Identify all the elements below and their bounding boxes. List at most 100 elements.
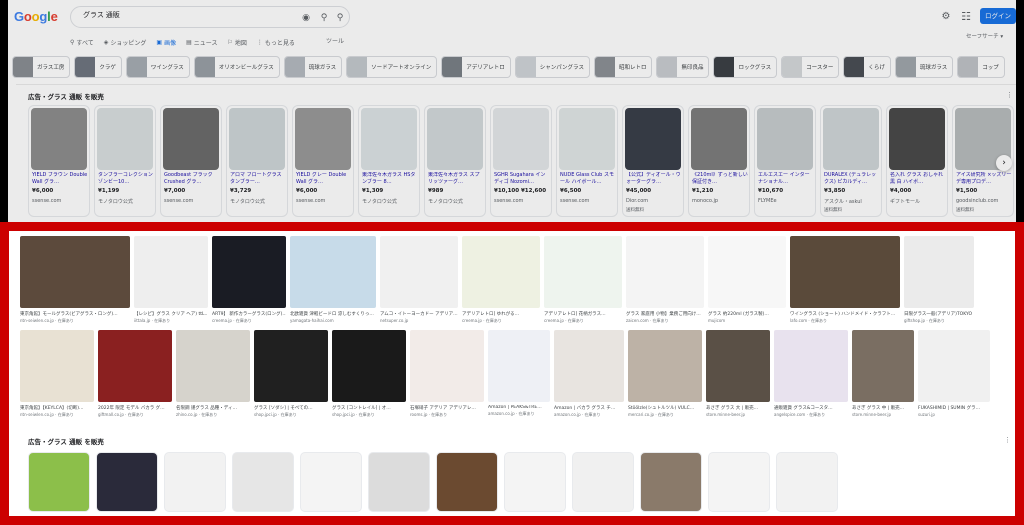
chip-item[interactable]: コースター	[781, 56, 840, 78]
product-name[interactable]: NUDE Glass Club スモール ハイボール…	[560, 172, 616, 186]
product-image[interactable]	[559, 108, 615, 170]
ad-card[interactable]: 《210ml》ずっと新しい保証付き… ¥1,210 monoco.jp	[688, 105, 750, 217]
ad-product-image[interactable]	[164, 452, 226, 512]
image-result[interactable]: アデリアレトロ] ゆれがる… creema.jp · 在庫あり	[462, 236, 540, 324]
chip-item[interactable]: 琉球ガラス	[894, 56, 954, 78]
product-image[interactable]	[889, 108, 945, 170]
result-image[interactable]	[544, 236, 622, 308]
tab-search[interactable]: ⚲ すべて	[70, 36, 94, 48]
search-icon[interactable]: ⚲	[333, 11, 347, 25]
result-title[interactable]: あさぎ グラス 大 | 販売…	[706, 405, 770, 411]
search-box[interactable]: ◉ ⚲ ⚲	[70, 6, 350, 28]
ad-product-image[interactable]	[504, 452, 566, 512]
result-image[interactable]	[212, 236, 286, 308]
image-result[interactable]: ワイングラス (ショート) ハンドメイド・クラフト… lafo.com · 在庫あ…	[790, 236, 900, 324]
result-title[interactable]: 2022年 限定 モデル バカラ グ…	[98, 405, 172, 411]
ad-card[interactable]: SGHR Sugahara イン ディゴ Nozomi… ¥10,100 ¥12,…	[490, 105, 552, 217]
product-name[interactable]: SGHR Sugahara イン ディゴ Nozomi…	[494, 172, 550, 186]
ad-card[interactable]: アロマ フロートグラス タンブラー… ¥3,729 モノタロウ公式	[226, 105, 288, 217]
chip-item[interactable]: クラゲ	[74, 56, 122, 78]
image-result[interactable]: Amazon | バカラ グラス チ… amazon.co.jp · 在庫あり	[554, 330, 624, 418]
ad-product-image[interactable]	[776, 452, 838, 512]
product-image[interactable]	[163, 108, 219, 170]
product-name[interactable]: Goodbeast ブラック Crushed グラ…	[164, 172, 220, 186]
chip-item[interactable]: 琉球ガラス	[283, 56, 343, 78]
result-image[interactable]	[290, 236, 376, 308]
login-button[interactable]: ログイン	[980, 8, 1016, 24]
image-result[interactable]: Amazon | PEAKS&TRE… amazon.co.jp · 在庫あり	[488, 330, 550, 418]
result-title[interactable]: 日限グラス一般(アデリア)TOKYO	[904, 311, 974, 317]
chip-item[interactable]: 昭和レトロ	[593, 56, 653, 78]
result-title[interactable]: 名限鋼 謹グラス 品種・ディ…	[176, 405, 250, 411]
image-result[interactable]: 北欧雑貨 津軽ビードロ 涼しむすくりっ… yamagata-haihai.com	[290, 236, 376, 324]
image-result[interactable]: あさぎ グラス 中 | 販売… store.minne-beer.jp	[852, 330, 914, 418]
result-title[interactable]: Amazon | バカラ グラス チ…	[554, 405, 624, 411]
result-image[interactable]	[380, 236, 458, 308]
result-image[interactable]	[134, 236, 208, 308]
chip-item[interactable]: オリオンビールグラス	[193, 56, 280, 78]
result-image[interactable]	[708, 236, 786, 308]
result-image[interactable]	[462, 236, 540, 308]
result-image[interactable]	[176, 330, 250, 402]
result-title[interactable]: アデリアレトロ] ゆれがる…	[462, 311, 540, 317]
ad-card[interactable]: 名入れ グラス おしゃれ 黒 白 ハイボ… ¥4,000 ギフトモール	[886, 105, 948, 217]
ad-product-image[interactable]	[436, 452, 498, 512]
product-name[interactable]: アロマ フロートグラス タンブラー…	[230, 172, 286, 186]
image-result[interactable]: ART9】 新作カラーグラス(ロング)… creema.jp · 在庫あり	[212, 236, 286, 324]
image-result[interactable]: 東京角館】【KEYLCA】(切断)… ntn-seiwlen.co.jp · 在庫…	[20, 330, 94, 418]
ad-product-image[interactable]	[300, 452, 362, 512]
ad-card[interactable]: タンブラーコレクション ゾンビー10… ¥1,199 モノタロウ公式	[94, 105, 156, 217]
tab-image[interactable]: ▣ 画像	[156, 36, 176, 48]
chip-item[interactable]: ソードアートオンライン	[346, 56, 438, 78]
ads-menu-icon[interactable]: ⋮	[1006, 91, 1013, 99]
image-result[interactable]: Stöölzle(シュトルツル) VULC… mercari.co.jp · 在庫…	[628, 330, 702, 418]
tab-pin[interactable]: ⚐ 地図	[227, 36, 246, 48]
result-image[interactable]	[20, 236, 130, 308]
image-result[interactable]: アデリアレトロ] 花柄ガラス… creema.jp · 在庫あり	[544, 236, 622, 324]
search-input[interactable]	[83, 11, 283, 18]
chip-item[interactable]: コップ	[957, 56, 1005, 78]
result-title[interactable]: 東京角館】モールグラス(ビアグラス・ロング)…	[20, 311, 130, 317]
ad-product-image[interactable]	[96, 452, 158, 512]
ad-card[interactable]: 【公式】ディオール・ウォーターグラ… ¥45,000 Dior.com 送料無料	[622, 105, 684, 217]
ad-product-image[interactable]	[28, 452, 90, 512]
product-image[interactable]	[361, 108, 417, 170]
result-image[interactable]	[904, 236, 974, 308]
image-result[interactable]: グラス [ソダシ] | そべての… shop.jpci.jp · 在庫あり	[254, 330, 328, 418]
image-result[interactable]: グラス 約220ml (ガラス製)… mujicom	[708, 236, 786, 324]
image-result[interactable]: 石塚硝子 アデリア アデリアレ… rooms.jp · 在庫あり	[410, 330, 484, 418]
result-image[interactable]	[554, 330, 624, 402]
result-image[interactable]	[852, 330, 914, 402]
ad-product-image[interactable]	[708, 452, 770, 512]
result-title[interactable]: あさぎ グラス 中 | 販売…	[852, 405, 914, 411]
product-name[interactable]: DURALEX (デュラレックス) ピカルディ…	[824, 172, 880, 186]
result-title[interactable]: 通販雑貨 グラス&コースタ…	[774, 405, 848, 411]
ad-card[interactable]: NUDE Glass Club スモール ハイボール… ¥6,500 ssense.…	[556, 105, 618, 217]
camera-icon[interactable]: ◉	[299, 11, 313, 25]
chip-item[interactable]: ロックグラス	[713, 56, 778, 78]
ad-product-image[interactable]	[368, 452, 430, 512]
product-name[interactable]: タンブラーコレクション ゾンビー10…	[98, 172, 154, 186]
image-result[interactable]: アムコ・イトーヨーカドー アデリア… netsuper.co.jp	[380, 236, 458, 324]
ad-card[interactable]: DURALEX (デュラレックス) ピカルディ… ¥3,850 アスクル・askul…	[820, 105, 882, 217]
ad-product-image[interactable]	[572, 452, 634, 512]
result-title[interactable]: 東京角館】【KEYLCA】(切断)…	[20, 405, 94, 411]
product-image[interactable]	[625, 108, 681, 170]
ads-menu-icon[interactable]: ⋮	[1004, 436, 1011, 444]
result-image[interactable]	[790, 236, 900, 308]
result-image[interactable]	[332, 330, 406, 402]
chip-item[interactable]: アデリアレトロ	[441, 56, 511, 78]
result-title[interactable]: 【レシピ】グラス クリア ヘア) ttL…	[134, 311, 208, 317]
image-result[interactable]: FUKASHIMID | SUMIN グラ… suzuri.jp	[918, 330, 990, 418]
product-name[interactable]: YIELD グレー Double Wall グラ…	[296, 172, 352, 186]
product-image[interactable]	[295, 108, 351, 170]
ad-card[interactable]: Goodbeast ブラック Crushed グラ… ¥7,000 ssense.c…	[160, 105, 222, 217]
image-result[interactable]: あさぎ グラス 大 | 販売… store.minne-beer.jp	[706, 330, 770, 418]
image-result[interactable]: 日限グラス一般(アデリア)TOKYO giftshop.jp · 在庫あり	[904, 236, 974, 324]
image-result[interactable]: 東京角館】モールグラス(ビアグラス・ロング)… ntn-seiwlen.co.jp…	[20, 236, 130, 324]
result-title[interactable]: グラス [ソダシ] | そべての…	[254, 405, 328, 411]
result-title[interactable]: FUKASHIMID | SUMIN グラ…	[918, 405, 990, 411]
ad-card[interactable]: YIELD ブラウン Double Wall グラ… ¥6,000 ssense.c…	[28, 105, 90, 217]
tab-news[interactable]: ▤ ニュース	[186, 36, 217, 48]
result-image[interactable]	[254, 330, 328, 402]
